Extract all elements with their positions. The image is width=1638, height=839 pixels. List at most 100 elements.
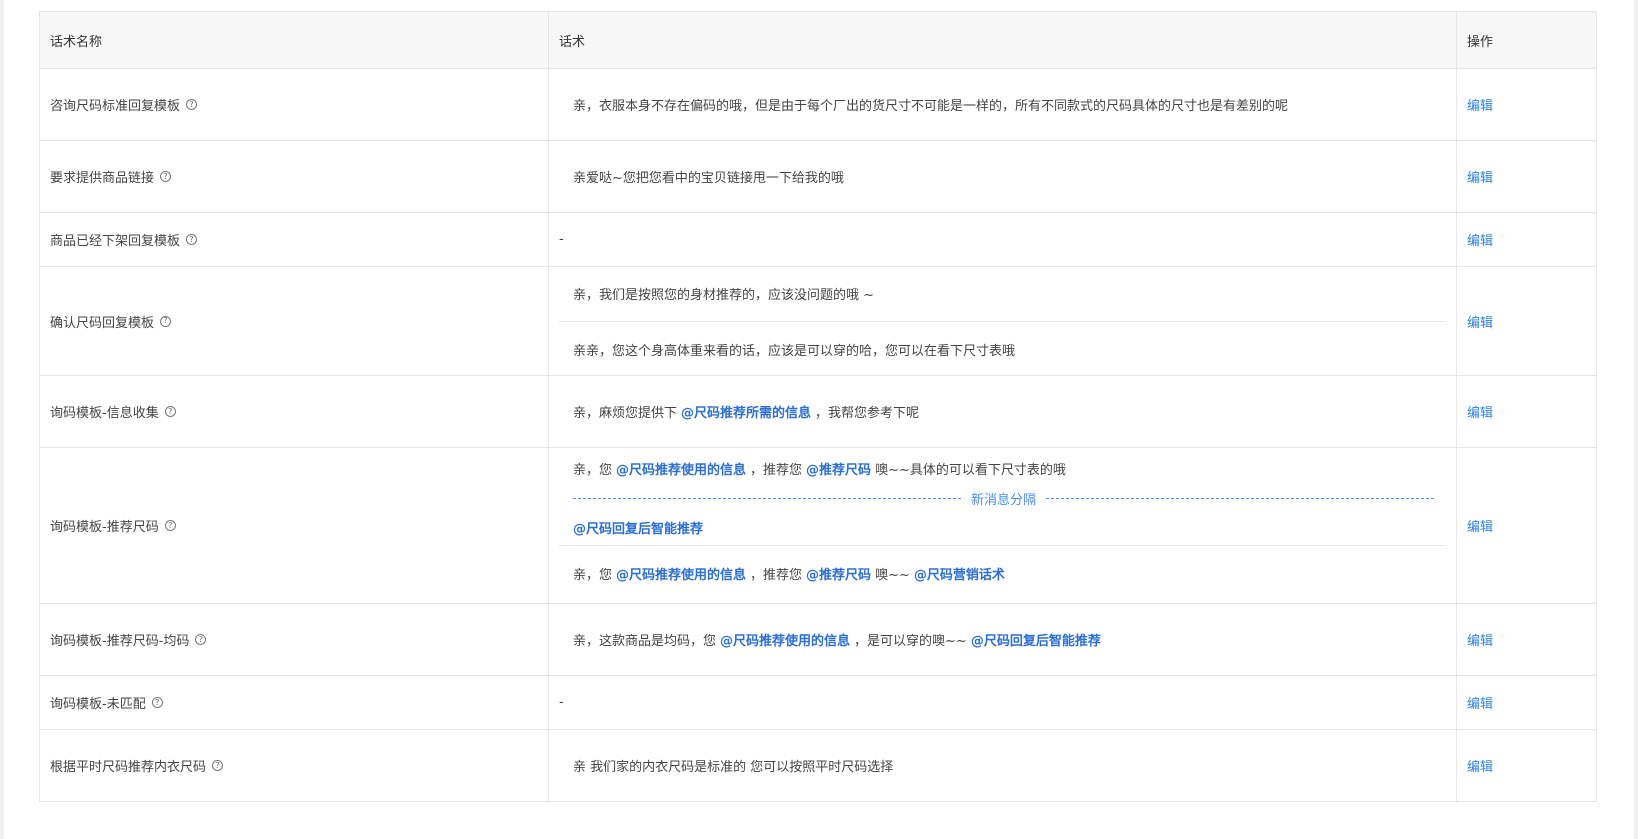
script-cell: - xyxy=(549,213,1457,266)
edit-link[interactable]: 编辑 xyxy=(1467,312,1493,331)
script-line: 亲，麻烦您提供下 @尺码推荐所需的信息 ，我帮您参考下呢 xyxy=(559,402,1446,421)
edit-link[interactable]: 编辑 xyxy=(1467,516,1493,535)
table-row: 咨询尺码标准回复模板? 亲，衣服本身不存在偏码的哦，但是由于每个厂出的货尺寸不可能… xyxy=(40,69,1596,141)
table-row: 询码模板-推荐尺码-均码? 亲，这款商品是均码，您 @尺码推荐使用的信息 ，是可以穿的… xyxy=(40,604,1596,676)
script-cell: 亲爱哒~您把您看中的宝贝链接甩一下给我的哦 xyxy=(549,141,1457,212)
divider-dash xyxy=(1046,497,1435,499)
table-row: 询码模板-信息收集? 亲，麻烦您提供下 @尺码推荐所需的信息 ，我帮您参考下呢 编辑 xyxy=(40,376,1596,448)
action-cell: 编辑 xyxy=(1457,730,1596,801)
script-cell: 亲 我们家的内衣尺码是标准的 您可以按照平时尺码选择 xyxy=(549,730,1457,801)
script-line: 亲亲，您这个身高体重来看的话，应该是可以穿的哈，您可以在看下尺寸表哦 xyxy=(559,321,1446,376)
table-row: 询码模板-未匹配? - 编辑 xyxy=(40,676,1596,730)
template-name: 询码模板-未匹配? xyxy=(50,693,163,712)
action-cell: 编辑 xyxy=(1457,267,1596,375)
template-name-label: 根据平时尺码推荐内衣尺码 xyxy=(50,760,207,775)
help-icon[interactable]: ? xyxy=(186,234,198,245)
script-line: 亲，我们是按照您的身材推荐的，应该没问题的哦 ~ xyxy=(559,266,1446,321)
variable-tag: @尺码回复后智能推荐 xyxy=(573,522,704,537)
help-icon[interactable]: ? xyxy=(164,406,176,417)
script-cell: - xyxy=(549,676,1457,729)
script-text: 亲，这款商品是均码，您 xyxy=(573,634,717,649)
header-script: 话术 xyxy=(549,12,1457,68)
template-name-label: 询码模板-推荐尺码-均码 xyxy=(50,634,190,649)
template-name-label: 商品已经下架回复模板 xyxy=(50,234,181,249)
template-name-label: 咨询尺码标准回复模板 xyxy=(50,99,181,114)
template-name-cell: 确认尺码回复模板? xyxy=(40,267,549,375)
template-name: 确认尺码回复模板? xyxy=(50,312,172,331)
script-lines: 亲，我们是按照您的身材推荐的，应该没问题的哦 ~ 亲亲，您这个身高体重来看的话，应… xyxy=(559,266,1446,376)
variable-tag: @尺码营销话术 xyxy=(913,567,1005,583)
edit-link[interactable]: 编辑 xyxy=(1467,756,1493,775)
action-cell: 编辑 xyxy=(1457,213,1596,266)
script-line: 亲 我们家的内衣尺码是标准的 您可以按照平时尺码选择 xyxy=(559,756,1446,775)
action-cell: 编辑 xyxy=(1457,376,1596,447)
table-row: 要求提供商品链接? 亲爱哒~您把您看中的宝贝链接甩一下给我的哦 编辑 xyxy=(40,141,1596,213)
action-cell: 编辑 xyxy=(1457,69,1596,140)
edit-link[interactable]: 编辑 xyxy=(1467,402,1493,421)
empty-script: - xyxy=(559,232,564,247)
help-icon[interactable]: ? xyxy=(151,697,163,708)
template-name: 询码模板-推荐尺码-均码? xyxy=(50,630,207,649)
script-text: 亲，您 xyxy=(573,463,613,478)
script-text: 亲，您 xyxy=(573,567,613,583)
script-line: 亲爱哒~您把您看中的宝贝链接甩一下给我的哦 xyxy=(559,167,1446,186)
template-name-cell: 商品已经下架回复模板? xyxy=(40,213,549,266)
edit-link[interactable]: 编辑 xyxy=(1467,630,1493,649)
script-text: ，推荐您 xyxy=(750,567,803,583)
script-text: 噢~~ xyxy=(875,567,910,583)
template-name-cell: 询码模板-推荐尺码? xyxy=(40,448,549,603)
script-text: 亲 我们家的内衣尺码是标准的 您可以按照平时尺码选择 xyxy=(573,760,894,775)
script-text: ，是可以穿的噢~~ xyxy=(854,634,967,649)
help-icon[interactable]: ? xyxy=(212,760,224,771)
script-template-table: 话术名称 话术 操作 咨询尺码标准回复模板? 亲，衣服本身不存在偏码的哦，但是由于… xyxy=(39,11,1597,802)
script-line: 亲，您 @尺码推荐使用的信息 ，推荐您 @推荐尺码 噢~~具体的可以看下尺寸表的哦 xyxy=(559,451,1446,486)
page: 话术名称 话术 操作 咨询尺码标准回复模板? 亲，衣服本身不存在偏码的哦，但是由于… xyxy=(0,0,1638,839)
edit-link[interactable]: 编辑 xyxy=(1467,95,1493,114)
script-text: ，我帮您参考下呢 xyxy=(815,406,920,421)
script-line: 亲，这款商品是均码，您 @尺码推荐使用的信息 ，是可以穿的噢~~ @尺码回复后智能推荐 xyxy=(559,630,1446,649)
template-name-cell: 根据平时尺码推荐内衣尺码? xyxy=(40,730,549,801)
empty-script: - xyxy=(559,695,564,710)
script-line: @尺码回复后智能推荐 xyxy=(559,510,1446,545)
edit-link[interactable]: 编辑 xyxy=(1467,693,1493,712)
edit-link[interactable]: 编辑 xyxy=(1467,230,1493,249)
script-lines: 亲 我们家的内衣尺码是标准的 您可以按照平时尺码选择 xyxy=(559,756,1446,775)
script-lines: 亲爱哒~您把您看中的宝贝链接甩一下给我的哦 xyxy=(559,167,1446,186)
edit-link[interactable]: 编辑 xyxy=(1467,167,1493,186)
help-icon[interactable]: ? xyxy=(195,634,207,645)
script-lines: 亲，麻烦您提供下 @尺码推荐所需的信息 ，我帮您参考下呢 xyxy=(559,402,1446,421)
table-header: 话术名称 话术 操作 xyxy=(40,12,1596,69)
template-name-cell: 询码模板-信息收集? xyxy=(40,376,549,447)
template-name-label: 要求提供商品链接 xyxy=(50,171,155,186)
script-cell: 亲，这款商品是均码，您 @尺码推荐使用的信息 ，是可以穿的噢~~ @尺码回复后智能推荐 xyxy=(549,604,1457,675)
script-cell: 亲，我们是按照您的身材推荐的，应该没问题的哦 ~ 亲亲，您这个身高体重来看的话，应… xyxy=(549,267,1457,375)
table-row: 确认尺码回复模板? 亲，我们是按照您的身材推荐的，应该没问题的哦 ~ 亲亲，您这个身… xyxy=(40,267,1596,376)
script-text: 亲，麻烦您提供下 xyxy=(573,406,678,421)
variable-tag: @尺码回复后智能推荐 xyxy=(970,634,1101,649)
variable-tag: @尺码推荐使用的信息 xyxy=(720,634,851,649)
variable-tag: @尺码推荐使用的信息 xyxy=(616,463,747,478)
left-gutter xyxy=(0,0,4,839)
script-text: 噢~~具体的可以看下尺寸表的哦 xyxy=(875,463,1066,478)
help-icon[interactable]: ? xyxy=(160,171,172,182)
help-icon[interactable]: ? xyxy=(186,99,198,110)
action-cell: 编辑 xyxy=(1457,676,1596,729)
script-text: ，推荐您 xyxy=(750,463,803,478)
template-name-cell: 询码模板-推荐尺码-均码? xyxy=(40,604,549,675)
template-name: 根据平时尺码推荐内衣尺码? xyxy=(50,756,224,775)
help-icon[interactable]: ? xyxy=(160,315,172,327)
header-name: 话术名称 xyxy=(40,12,549,68)
template-name-label: 询码模板-信息收集 xyxy=(50,406,159,421)
script-cell: 亲，麻烦您提供下 @尺码推荐所需的信息 ，我帮您参考下呢 xyxy=(549,376,1457,447)
variable-tag: @尺码推荐使用的信息 xyxy=(616,567,747,583)
script-lines: 亲，您 @尺码推荐使用的信息 ，推荐您 @推荐尺码 噢~~具体的可以看下尺寸表的哦 新消息… xyxy=(559,451,1446,600)
right-gutter xyxy=(1634,0,1638,839)
script-cell: 亲，衣服本身不存在偏码的哦，但是由于每个厂出的货尺寸不可能是一样的，所有不同款式… xyxy=(549,69,1457,140)
header-action: 操作 xyxy=(1467,34,1494,50)
script-lines: 亲，衣服本身不存在偏码的哦，但是由于每个厂出的货尺寸不可能是一样的，所有不同款式… xyxy=(559,95,1446,114)
template-name: 询码模板-推荐尺码? xyxy=(50,516,176,535)
table-body: 咨询尺码标准回复模板? 亲，衣服本身不存在偏码的哦，但是由于每个厂出的货尺寸不可能… xyxy=(40,69,1596,802)
help-icon[interactable]: ? xyxy=(164,520,176,531)
script-text: 亲爱哒~您把您看中的宝贝链接甩一下给我的哦 xyxy=(573,171,844,186)
table-row: 商品已经下架回复模板? - 编辑 xyxy=(40,213,1596,267)
